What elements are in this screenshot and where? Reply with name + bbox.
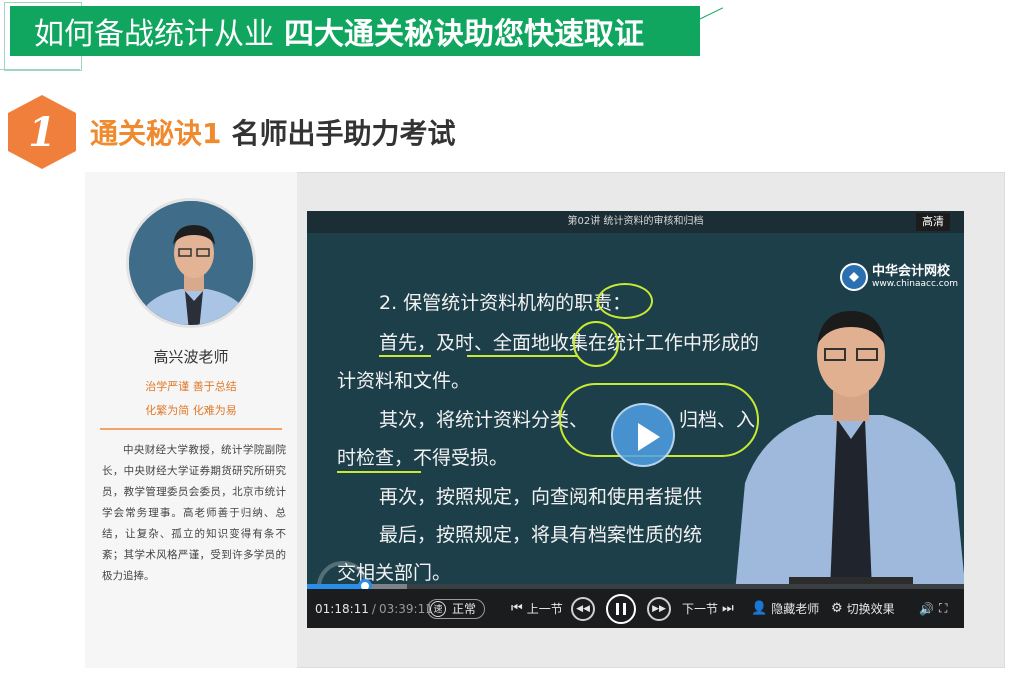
slide-line: 最后，按照规定，将具有档案性质的统 <box>379 524 703 546</box>
teacher-name: 高兴波老师 <box>153 348 229 366</box>
teacher-motto-line1: 治学严谨 善于总结 <box>145 380 237 393</box>
teacher-bio: 中央财经大学教授，统计学院副院长，中央财经大学证券期货研究所研究员，教学管理委员… <box>102 444 286 582</box>
teacher-motto-line2: 化繁为简 化难为易 <box>145 404 237 417</box>
person-minus-icon: 👤 <box>751 601 768 616</box>
section-title-rest: 名师出手助力考试 <box>231 117 456 150</box>
rewind-icon: ◀◀ <box>576 603 590 614</box>
speed-icon: 速 <box>430 600 446 617</box>
slide-line: 2. 保管统计资料机构的职责： <box>379 292 632 314</box>
presenter-figure <box>733 311 964 615</box>
player-controls: 01:18:11 / 03:39:11 速 正常 ⏮ 上一节 ◀◀ ▶▶ 下一节… <box>307 589 964 628</box>
speed-label: 正常 <box>452 602 477 616</box>
prev-section-label: 上一节 <box>526 602 563 616</box>
slide-line: 首先，及时、全面地收集在统计工作中形成的 <box>379 332 760 354</box>
volume-button[interactable]: 🔊 <box>919 589 934 628</box>
video-player[interactable]: 第02讲 统计资料的审核和归档 高清 中华会计网校 www.chinaacc.c… <box>307 211 964 628</box>
time-display: 01:18:11 / 03:39:11 <box>315 589 433 628</box>
fullscreen-icon: ⛶ <box>939 601 948 615</box>
switch-effect-label: 切换效果 <box>846 602 895 616</box>
annotation-underline <box>467 355 577 357</box>
banner-frame-line <box>0 56 80 70</box>
logo-name: 中华会计网校 <box>872 264 951 279</box>
skip-back-icon: ⏮ <box>511 601 523 616</box>
current-time: 01:18:11 <box>315 601 369 616</box>
pause-icon <box>606 593 636 624</box>
next-section-label: 下一节 <box>682 602 719 616</box>
fullscreen-button[interactable]: ⛶ <box>939 589 947 628</box>
logo-url: www.chinaacc.com <box>872 279 958 289</box>
annotation-circle <box>573 321 619 367</box>
annotation-circle <box>597 283 653 319</box>
slide-line: 其次，将统计资料分类、 <box>379 409 589 431</box>
prev-section-button[interactable]: ⏮ 上一节 <box>511 589 563 628</box>
top-banner: 如何备战统计从业 四大通关秘诀助您快速取证 <box>10 6 700 56</box>
next-section-button[interactable]: 下一节 ⏭ <box>682 589 734 628</box>
pause-button[interactable] <box>606 589 636 628</box>
section-number: 1 <box>28 108 56 156</box>
time-separator: / <box>371 601 376 616</box>
slide-line: 计资料和文件。 <box>337 370 471 392</box>
hide-teacher-button[interactable]: 👤 隐藏老师 <box>751 589 819 628</box>
slide-line: 时检查，不得受损。 <box>337 447 509 469</box>
rewind-button[interactable]: ◀◀ <box>571 589 595 628</box>
switch-effect-button[interactable]: ⚙ 切换效果 <box>831 589 895 628</box>
annotation-underline <box>337 471 421 473</box>
gear-icon: ⚙ <box>831 601 843 616</box>
banner-title-normal: 如何备战统计从业 <box>34 17 274 52</box>
banner-title-bold: 四大通关秘诀助您快速取证 <box>284 17 644 52</box>
logo-mark-icon <box>840 263 869 291</box>
school-logo: 中华会计网校 www.chinaacc.com <box>840 263 958 291</box>
teacher-avatar <box>126 198 256 328</box>
quality-badge[interactable]: 高清 <box>916 213 950 231</box>
annotation-underline <box>379 355 431 357</box>
skip-forward-icon: ⏭ <box>722 601 734 616</box>
total-time: 03:39:11 <box>378 601 433 616</box>
slide-line: 再次，按照规定，向查阅和使用者提供 <box>379 486 703 508</box>
hide-teacher-label: 隐藏老师 <box>771 602 820 616</box>
speed-control[interactable]: 速 正常 <box>427 589 486 628</box>
center-play-button[interactable] <box>611 403 675 467</box>
volume-icon: 🔊 <box>919 601 934 616</box>
video-title-bar: 第02讲 统计资料的审核和归档 高清 <box>307 211 964 233</box>
teacher-divider <box>100 428 282 430</box>
fast-forward-button[interactable]: ▶▶ <box>647 589 671 628</box>
section-title-accent: 通关秘诀1 <box>90 117 222 150</box>
section-title: 通关秘诀1 名师出手助力考试 <box>90 112 456 152</box>
fast-forward-icon: ▶▶ <box>652 603 666 614</box>
slide-area: 中华会计网校 www.chinaacc.com 2. 保管统计资料机构的职责： … <box>307 233 964 615</box>
lecture-title: 第02讲 统计资料的审核和归档 <box>567 216 704 227</box>
